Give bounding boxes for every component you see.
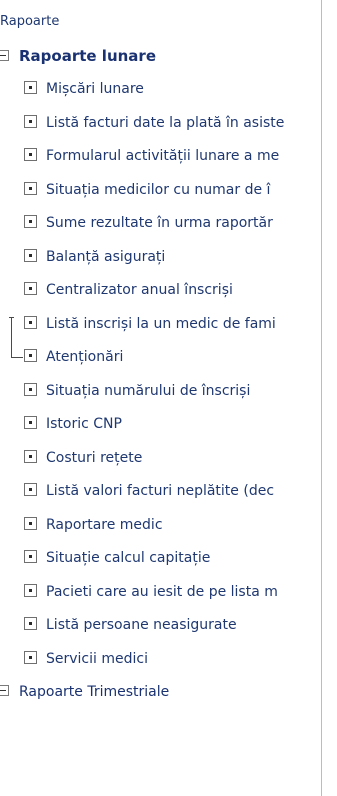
tree-item-balanta-asigurati[interactable]: Balanță asigurați (24, 245, 321, 269)
report-node-icon (24, 282, 37, 295)
tree-item-lista-inscrisi[interactable]: Listă inscriși la un medic de fami (24, 312, 321, 336)
tree-item-label: Mișcări lunare (46, 81, 144, 97)
tree-item-label: Centralizator anual înscriși (46, 282, 233, 298)
tree-item-label: Atenționări (46, 349, 124, 365)
tree-group-label: Rapoarte Trimestriale (19, 684, 170, 700)
report-node-icon (24, 416, 37, 429)
tree-group-label: Rapoarte lunare (19, 47, 156, 65)
tree-item-situatia-medicilor[interactable]: Situația medicilor cu numar de î (24, 178, 321, 202)
tree-guide-cap (9, 317, 14, 318)
tree-item-label: Situația numărului de înscriși (46, 383, 251, 399)
tree-item-lista-valori-facturi[interactable]: Listă valori facturi neplătite (dec (24, 479, 321, 503)
tree-item-label: Listă inscriși la un medic de fami (46, 316, 276, 332)
tree-item-raportare-medic[interactable]: Raportare medic (24, 513, 321, 537)
tree-item-label: Formularul activității lunare a me (46, 148, 280, 164)
tree-item-servicii-medici[interactable]: Servicii medici (24, 647, 321, 671)
tree-item-costuri-retete[interactable]: Costuri rețete (24, 446, 321, 470)
tree-item-label: Sume rezultate în urma raportăr (46, 215, 273, 231)
tree-item-label: Situație calcul capitație (46, 550, 211, 566)
tree-item-label: Costuri rețete (46, 450, 143, 466)
panel-right-edge (321, 0, 337, 796)
report-node-icon (24, 249, 37, 262)
report-node-icon (24, 517, 37, 530)
tree-item-label: Listă persoane neasigurate (46, 617, 237, 633)
tree-item-label: Balanță asigurați (46, 249, 166, 265)
tree-item-istoric-cnp[interactable]: Istoric CNP (24, 412, 321, 436)
report-node-icon (24, 450, 37, 463)
tree-item-label: Listă facturi date la plată în asiste (46, 115, 285, 131)
tree-item-label: Servicii medici (46, 651, 148, 667)
collapse-box-icon[interactable] (0, 685, 9, 696)
report-node-icon (24, 383, 37, 396)
report-node-icon (24, 584, 37, 597)
tree-item-lista-facturi[interactable]: Listă facturi date la plată în asiste (24, 111, 321, 135)
tree-item-pacieti-iesit[interactable]: Pacieti care au iesit de pe lista m (24, 580, 321, 604)
report-node-icon (24, 316, 37, 329)
tree-item-lista-persoane-neasigurate[interactable]: Listă persoane neasigurate (24, 613, 321, 637)
tree-item-label: Listă valori facturi neplătite (dec (46, 483, 275, 499)
report-node-icon (24, 617, 37, 630)
reports-tree-panel: Rapoarte Rapoarte lunare Mișcări lunare … (0, 0, 321, 796)
tree-item-centralizator-anual[interactable]: Centralizator anual înscriși (24, 278, 321, 302)
tree-item-atentionari[interactable]: Atenționări (24, 345, 321, 369)
tree-item-label: Situația medicilor cu numar de î (46, 182, 271, 198)
tree-item-situatia-numarului[interactable]: Situația numărului de înscriși (24, 379, 321, 403)
report-node-icon (24, 182, 37, 195)
tree-item-label: Istoric CNP (46, 416, 122, 432)
report-node-icon (24, 483, 37, 496)
collapse-box-icon[interactable] (0, 50, 9, 61)
tree-item-miscari-lunare[interactable]: Mișcări lunare (24, 77, 321, 101)
report-node-icon (24, 115, 37, 128)
tree-guide-line (11, 317, 12, 357)
tree-root-label[interactable]: Rapoarte (0, 10, 59, 34)
tree-item-formularul-activitatii[interactable]: Formularul activității lunare a me (24, 144, 321, 168)
tree-item-label: Raportare medic (46, 517, 163, 533)
report-node-icon (24, 550, 37, 563)
tree-group-monthly-reports[interactable]: Rapoarte lunare (0, 44, 156, 68)
report-node-icon (24, 215, 37, 228)
report-node-icon (24, 148, 37, 161)
tree-item-situatie-calcul-capitatie[interactable]: Situație calcul capitație (24, 546, 321, 570)
report-node-icon (24, 349, 37, 362)
report-node-icon (24, 651, 37, 664)
tree-item-label: Pacieti care au iesit de pe lista m (46, 584, 278, 600)
report-node-icon (24, 81, 37, 94)
tree-item-sume-rezultate[interactable]: Sume rezultate în urma raportăr (24, 211, 321, 235)
tree-guide-elbow (11, 357, 23, 358)
tree-group-quarterly-reports[interactable]: Rapoarte Trimestriale (0, 680, 169, 704)
